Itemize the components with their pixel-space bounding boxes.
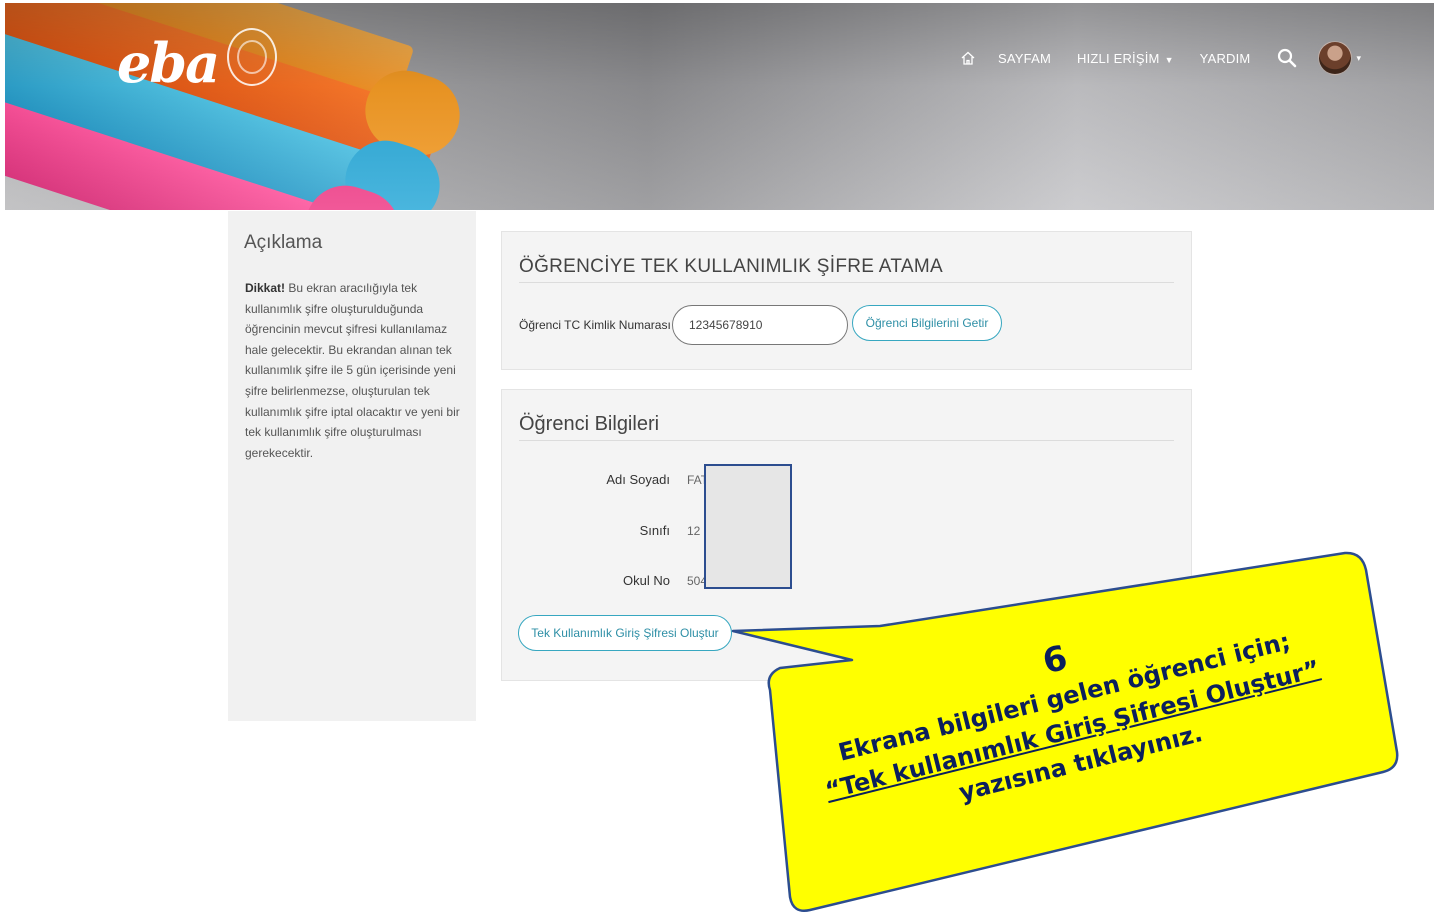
callout-bubble	[731, 551, 1399, 912]
